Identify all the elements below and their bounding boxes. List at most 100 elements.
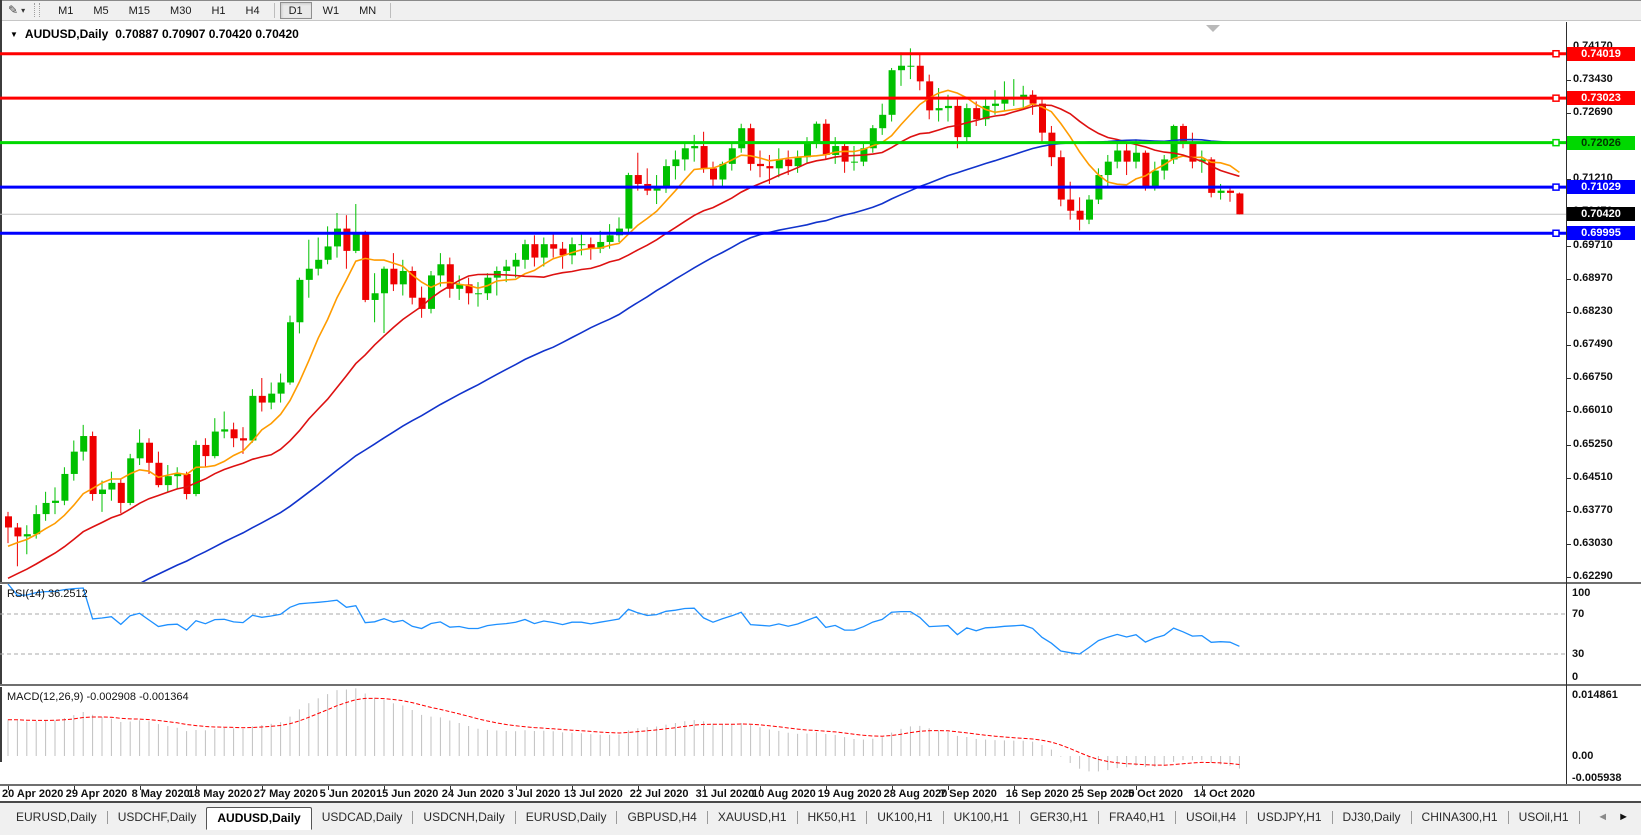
tab-china300-h1[interactable]: CHINA300,H1 bbox=[1412, 807, 1508, 827]
timeframe-m15-button[interactable]: M15 bbox=[120, 2, 159, 19]
price-tick-mark bbox=[1567, 378, 1571, 379]
price-tick-label: 0.68230 bbox=[1573, 305, 1637, 318]
date-tick-label: 5 Oct 2020 bbox=[1128, 788, 1183, 800]
price-tick-label: 0.62290 bbox=[1573, 570, 1637, 583]
tab-eurusd-daily-2[interactable]: EURUSD,Daily bbox=[516, 807, 617, 827]
date-tick-label: 29 Apr 2020 bbox=[66, 788, 127, 800]
price-tick-label: 0.63030 bbox=[1573, 537, 1637, 550]
price-tick-label: 0.64510 bbox=[1573, 471, 1637, 484]
tab-usdcad-daily[interactable]: USDCAD,Daily bbox=[312, 807, 413, 827]
timeframe-mn-button[interactable]: MN bbox=[350, 2, 385, 19]
tab-usdjpy-h1[interactable]: USDJPY,H1 bbox=[1247, 807, 1331, 827]
dropdown-triangle-icon[interactable]: ▼ bbox=[10, 30, 18, 39]
macd-tick-label: -0.005938 bbox=[1572, 772, 1622, 784]
price-level-badge[interactable]: 0.71029 bbox=[1567, 180, 1635, 194]
date-tick-label: 18 May 2020 bbox=[188, 788, 252, 800]
timeframe-d1-button[interactable]: D1 bbox=[280, 2, 312, 19]
price-level-badge[interactable]: 0.72026 bbox=[1567, 136, 1635, 150]
price-level-badge[interactable]: 0.73023 bbox=[1567, 91, 1635, 105]
ma-mid-line bbox=[8, 105, 1239, 578]
date-tick-label: 16 Sep 2020 bbox=[1006, 788, 1069, 800]
toolbar-drag-handle[interactable] bbox=[34, 3, 40, 17]
macd-pane[interactable] bbox=[0, 687, 1566, 784]
main-price-chart[interactable] bbox=[0, 22, 1566, 582]
rsi-tick-label: 0 bbox=[1572, 671, 1578, 683]
level-handle bbox=[1553, 51, 1559, 57]
date-tick-label: 3 Jul 2020 bbox=[508, 788, 561, 800]
macd-histogram bbox=[8, 688, 1239, 771]
date-tick-label: 20 Apr 2020 bbox=[2, 788, 63, 800]
tab-usdchf-daily[interactable]: USDCHF,Daily bbox=[108, 807, 207, 827]
rsi-tick-label: 70 bbox=[1572, 608, 1584, 620]
price-tick-mark bbox=[1567, 80, 1571, 81]
tab-audusd-daily[interactable]: AUDUSD,Daily bbox=[206, 807, 311, 830]
price-tick-mark bbox=[1567, 577, 1571, 578]
timeframe-w1-button[interactable]: W1 bbox=[314, 2, 349, 19]
date-tick-label: 7 Sep 2020 bbox=[940, 788, 997, 800]
ma-fast-line bbox=[8, 90, 1239, 546]
price-tick-label: 0.66750 bbox=[1573, 371, 1637, 384]
timeframe-m30-button[interactable]: M30 bbox=[161, 2, 200, 19]
macd-signal-line bbox=[8, 698, 1239, 765]
date-tick-label: 8 May 2020 bbox=[132, 788, 190, 800]
macd-label: MACD(12,26,9) -0.002908 -0.001364 bbox=[7, 691, 189, 703]
timeframe-h1-button[interactable]: H1 bbox=[202, 2, 234, 19]
tab-usoil-h4[interactable]: USOil,H4 bbox=[1176, 807, 1246, 827]
tab-eurusd-daily-1[interactable]: EURUSD,Daily bbox=[6, 807, 107, 827]
rsi-tick-label: 30 bbox=[1572, 648, 1584, 660]
pane-separator bbox=[0, 784, 1641, 786]
annotation-tool-button[interactable]: ✎ ▾ bbox=[4, 2, 29, 19]
date-tick-label: 14 Oct 2020 bbox=[1194, 788, 1255, 800]
price-tick-label: 0.68970 bbox=[1573, 272, 1637, 285]
tab-usoil-h1[interactable]: USOil,H1 bbox=[1509, 807, 1579, 827]
price-tick-mark bbox=[1567, 478, 1571, 479]
tab-scroll-left-icon[interactable]: ◄ bbox=[1597, 811, 1608, 823]
date-tick-label: 24 Jun 2020 bbox=[442, 788, 504, 800]
level-handle bbox=[1553, 140, 1559, 146]
price-tick-mark bbox=[1567, 246, 1571, 247]
tab-uk100-h1-1[interactable]: UK100,H1 bbox=[867, 807, 942, 827]
timeframe-m1-button[interactable]: M1 bbox=[49, 2, 82, 19]
rsi-label: RSI(14) 36.2512 bbox=[7, 588, 88, 600]
date-tick-label: 25 Sep 2020 bbox=[1072, 788, 1135, 800]
level-handle bbox=[1553, 95, 1559, 101]
tab-xauusd-h1[interactable]: XAUUSD,H1 bbox=[708, 807, 797, 827]
chart-shift-marker-icon bbox=[1206, 25, 1220, 32]
tab-fra40-h1[interactable]: FRA40,H1 bbox=[1099, 807, 1175, 827]
timeframe-h4-button[interactable]: H4 bbox=[237, 2, 269, 19]
date-tick-label: 22 Jul 2020 bbox=[630, 788, 689, 800]
date-tick-label: 10 Aug 2020 bbox=[752, 788, 816, 800]
date-tick-label: 31 Jul 2020 bbox=[696, 788, 755, 800]
tab-uk100-h1-2[interactable]: UK100,H1 bbox=[944, 807, 1019, 827]
current-price-badge[interactable]: 0.70420 bbox=[1567, 207, 1635, 221]
macd-tick-label: 0.014861 bbox=[1572, 689, 1618, 701]
tab-dj30-daily[interactable]: DJ30,Daily bbox=[1333, 807, 1411, 827]
price-tick-label: 0.63770 bbox=[1573, 504, 1637, 517]
price-level-badge[interactable]: 0.74019 bbox=[1567, 47, 1635, 61]
rsi-pane[interactable] bbox=[0, 584, 1566, 684]
tab-hk50-h1[interactable]: HK50,H1 bbox=[798, 807, 867, 827]
chart-tab-bar: EURUSD,Daily USDCHF,Daily AUDUSD,Daily U… bbox=[0, 803, 1641, 835]
price-tick-mark bbox=[1567, 511, 1571, 512]
rsi-tick-label: 100 bbox=[1572, 587, 1590, 599]
price-tick-mark bbox=[1567, 544, 1571, 545]
mt4-window: ✎ ▾ M1 M5 M15 M30 H1 H4 D1 W1 MN ▼ AUDUS… bbox=[0, 0, 1641, 835]
toolbar-separator bbox=[274, 3, 275, 18]
date-tick-label: 15 Jun 2020 bbox=[376, 788, 438, 800]
tab-ger30-h1[interactable]: GER30,H1 bbox=[1020, 807, 1098, 827]
price-tick-label: 0.73430 bbox=[1573, 73, 1637, 86]
tab-gbpusd-h4[interactable]: GBPUSD,H4 bbox=[617, 807, 706, 827]
price-tick-label: 0.72690 bbox=[1573, 106, 1637, 119]
chart-window-border bbox=[0, 0, 1641, 1]
level-handle bbox=[1553, 230, 1559, 236]
tab-usdcnh-daily[interactable]: USDCNH,Daily bbox=[413, 807, 514, 827]
price-tick-label: 0.67490 bbox=[1573, 338, 1637, 351]
price-tick-mark bbox=[1567, 411, 1571, 412]
timeframe-m5-button[interactable]: M5 bbox=[84, 2, 117, 19]
tab-scroll-right-icon[interactable]: ► bbox=[1618, 811, 1629, 823]
price-level-badge[interactable]: 0.69995 bbox=[1567, 226, 1635, 240]
chevron-down-icon: ▾ bbox=[21, 6, 25, 15]
price-tick-mark bbox=[1567, 345, 1571, 346]
pencil-icon: ✎ bbox=[8, 4, 18, 16]
price-tick-label: 0.65250 bbox=[1573, 438, 1637, 451]
